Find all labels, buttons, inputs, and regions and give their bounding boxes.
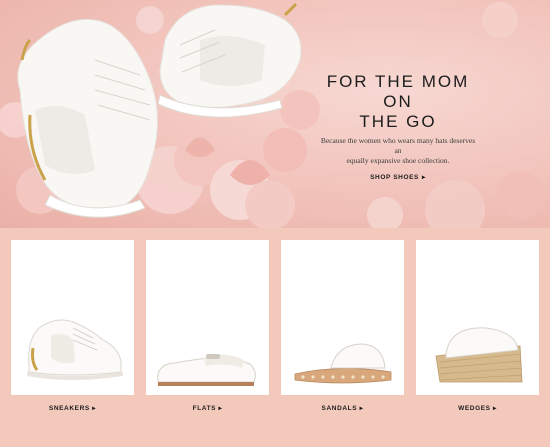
hero-title-line-2: THE GO — [359, 112, 437, 131]
flats-link[interactable]: FLATS ▸ — [146, 404, 269, 412]
hero-banner[interactable]: FOR THE MOM ON THE GO Because the women … — [0, 0, 550, 228]
sneakers-tile[interactable] — [11, 240, 134, 395]
sneakers-link[interactable]: SNEAKERS ▸ — [11, 404, 134, 412]
chevron-right-icon: ▸ — [422, 174, 426, 181]
wedges-label: WEDGES — [458, 405, 491, 412]
sandals-label: SANDALS — [321, 405, 358, 412]
chevron-right-icon: ▸ — [92, 405, 97, 412]
sneakers-label: SNEAKERS — [48, 405, 90, 412]
sneaker-right — [157, 2, 302, 118]
hero-subtitle: Because the women who wears many hats de… — [318, 136, 478, 166]
shop-shoes-link[interactable]: SHOP SHOES ▸ — [370, 173, 426, 181]
flats-label: FLATS — [192, 405, 217, 412]
sandals-link[interactable]: SANDALS ▸ — [281, 404, 404, 412]
chevron-right-icon: ▸ — [218, 405, 223, 412]
flats-tile[interactable] — [146, 240, 269, 395]
wedges-tile[interactable] — [416, 240, 539, 395]
wedges-link[interactable]: WEDGES ▸ — [416, 404, 539, 412]
hero-text-block: FOR THE MOM ON THE GO Because the women … — [318, 72, 478, 184]
category-grid: SNEAKERS ▸ FLATS ▸ SANDALS ▸ WEDGES ▸ — [0, 228, 550, 447]
wedge-product-image — [435, 327, 523, 383]
hero-title: FOR THE MOM ON THE GO — [318, 72, 478, 132]
sandals-tile[interactable] — [281, 240, 404, 395]
chevron-right-icon: ▸ — [493, 405, 497, 412]
hero-subtitle-line-1: Because the women who wears many hats de… — [320, 136, 476, 155]
hero-subtitle-line-2: equally expansive shoe collection. — [346, 156, 450, 165]
hero-title-line-1: FOR THE MOM ON — [326, 72, 470, 111]
sandal-product-image — [294, 343, 392, 384]
flat-product-image — [157, 354, 256, 386]
shop-shoes-label: SHOP SHOES — [370, 174, 419, 181]
sneaker-product-image — [27, 319, 123, 380]
chevron-right-icon: ▸ — [359, 405, 364, 412]
